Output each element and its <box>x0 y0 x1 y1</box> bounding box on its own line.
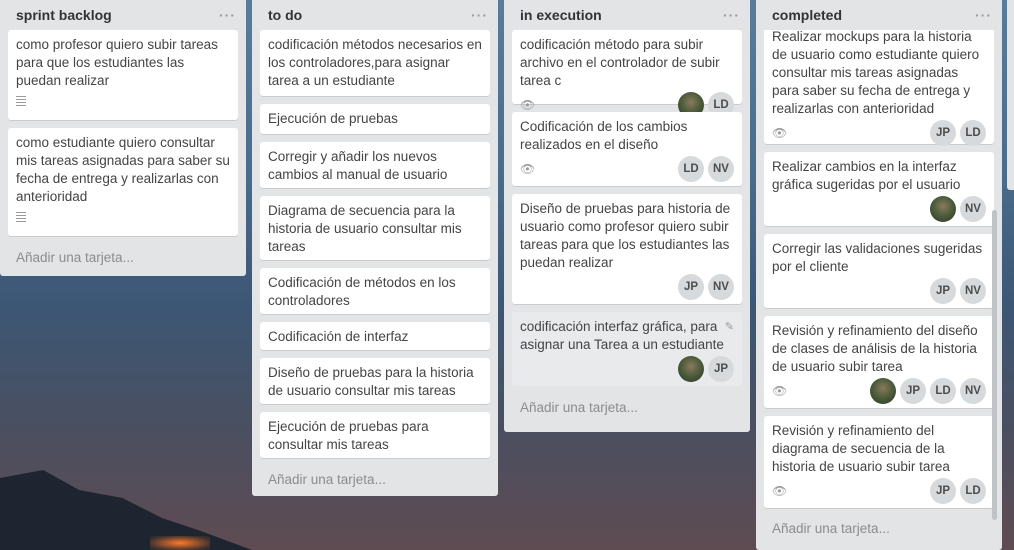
description-icon <box>16 212 26 222</box>
card-title: codificación interfaz gráfica, para asig… <box>520 319 724 352</box>
card[interactable]: como profesor quiero subir tareas para q… <box>8 30 238 120</box>
card[interactable]: Ejecución de pruebas <box>260 104 490 134</box>
card[interactable]: Diseño de pruebas para la historia de us… <box>260 358 490 404</box>
add-card-button[interactable]: Añadir una tarjeta... <box>512 394 742 423</box>
member-avatar[interactable]: NV <box>708 156 734 182</box>
list-sprint-backlog: sprint backlog ··· como profesor quiero … <box>0 0 246 276</box>
card-title: como profesor quiero subir tareas para q… <box>16 37 218 88</box>
member-avatar-photo[interactable] <box>678 356 704 382</box>
card-members: JP LD <box>930 478 986 504</box>
member-avatar[interactable]: JP <box>900 378 926 404</box>
card[interactable]: codificación método para subir archivo e… <box>512 30 742 118</box>
list-menu-button[interactable]: ··· <box>471 7 490 23</box>
member-avatar[interactable]: JP <box>678 274 704 300</box>
list-menu-button[interactable]: ··· <box>975 7 994 23</box>
card[interactable]: ✎ codificación interfaz gráfica, para as… <box>512 312 742 386</box>
card-title: Revisión y refinamiento del diagrama de … <box>772 423 950 474</box>
list-title[interactable]: completed <box>772 7 842 23</box>
card-title: Realizar cambios en la interfaz gráfica … <box>772 159 961 192</box>
completed-cards-scroll[interactable]: Realizar mockups para la historia de usu… <box>764 30 994 515</box>
list-header: to do ··· <box>260 0 490 30</box>
member-avatar[interactable]: JP <box>708 356 734 382</box>
card-members: JP <box>678 356 734 382</box>
add-card-button[interactable]: Añadir una tarjeta... <box>764 515 994 544</box>
card-title: Codificación de interfaz <box>268 329 409 344</box>
list-header: sprint backlog ··· <box>8 0 238 30</box>
card-title: codificación método para subir archivo e… <box>520 37 720 88</box>
list-in-execution: in execution ··· codificación método par… <box>504 0 750 432</box>
card-title: Diseño de pruebas para historia de usuar… <box>520 201 731 270</box>
member-avatar-photo[interactable] <box>870 378 896 404</box>
completed-cards: Realizar mockups para la historia de usu… <box>764 30 994 508</box>
card[interactable]: Codificación de interfaz <box>260 322 490 350</box>
list-menu-button[interactable]: ··· <box>219 7 238 23</box>
card[interactable]: Diseño de pruebas para historia de usuar… <box>512 194 742 304</box>
list-to-do: to do ··· codificación métodos necesario… <box>252 0 498 496</box>
list-title[interactable]: sprint backlog <box>16 7 112 23</box>
card[interactable]: Revisión y refinamiento del diseño de cl… <box>764 316 994 408</box>
list-menu-button[interactable]: ··· <box>723 7 742 23</box>
card-title: Diseño de pruebas para la historia de us… <box>268 365 474 398</box>
card-title: como estudiante quiero consultar mis tar… <box>16 135 230 204</box>
card[interactable]: Realizar mockups para la historia de usu… <box>764 30 994 146</box>
card-title: Codificación de métodos en los controlad… <box>268 275 456 308</box>
member-avatar[interactable]: LD <box>960 478 986 504</box>
card[interactable]: Realizar cambios en la interfaz gráfica … <box>764 152 994 226</box>
card-title: Diagrama de secuencia para la historia d… <box>268 203 462 254</box>
member-avatar[interactable]: NV <box>960 278 986 304</box>
card-title: Ejecución de pruebas para consultar mis … <box>268 419 429 452</box>
card[interactable]: Codificación de los cambios realizados e… <box>512 112 742 186</box>
description-icon <box>16 96 26 106</box>
next-list-edge <box>1007 0 1014 190</box>
member-avatar[interactable]: LD <box>678 156 704 182</box>
eye-icon: 👁 <box>772 484 788 498</box>
card-members: JP NV <box>930 278 986 304</box>
card-title: Ejecución de pruebas <box>268 111 398 126</box>
card[interactable]: Corregir y añadir los nuevos cambios al … <box>260 142 490 188</box>
list-header: in execution ··· <box>512 0 742 30</box>
card-members: LD NV <box>678 156 734 182</box>
eye-icon: 👁 <box>772 384 788 398</box>
eye-icon: 👁 <box>772 126 788 140</box>
member-avatar-photo[interactable] <box>930 196 956 222</box>
add-card-button[interactable]: Añadir una tarjeta... <box>8 244 238 273</box>
card-title: Realizar mockups para la historia de usu… <box>772 30 980 116</box>
list-title[interactable]: in execution <box>520 7 602 23</box>
pencil-icon[interactable]: ✎ <box>725 318 734 336</box>
member-avatar[interactable]: JP <box>930 278 956 304</box>
card[interactable]: Ejecución de pruebas para consultar mis … <box>260 412 490 458</box>
card-members: JP LD NV <box>870 378 986 404</box>
card-title: Revisión y refinamiento del diseño de cl… <box>772 323 978 374</box>
card[interactable]: Corregir las validaciones sugeridas por … <box>764 234 994 308</box>
card[interactable]: Diagrama de secuencia para la historia d… <box>260 196 490 260</box>
eye-icon: 👁 <box>520 162 536 176</box>
card-title: Corregir las validaciones sugeridas por … <box>772 241 983 274</box>
member-avatar[interactable]: LD <box>930 378 956 404</box>
member-avatar[interactable]: LD <box>960 120 986 146</box>
list-title[interactable]: to do <box>268 7 302 23</box>
list-header: completed ··· <box>764 0 994 30</box>
member-avatar[interactable]: NV <box>708 274 734 300</box>
card[interactable]: codificación métodos necesarios en los c… <box>260 30 490 96</box>
member-avatar[interactable]: NV <box>960 378 986 404</box>
member-avatar[interactable]: JP <box>930 120 956 146</box>
card[interactable]: Codificación de métodos en los controlad… <box>260 268 490 314</box>
card-members: JP NV <box>678 274 734 300</box>
card-title: Corregir y añadir los nuevos cambios al … <box>268 149 448 182</box>
completed-list-scrollbar[interactable] <box>992 210 997 520</box>
add-card-button[interactable]: Añadir una tarjeta... <box>260 466 490 495</box>
card[interactable]: Revisión y refinamiento del diagrama de … <box>764 416 994 508</box>
member-avatar[interactable]: NV <box>960 196 986 222</box>
card-title: Codificación de los cambios realizados e… <box>520 119 688 152</box>
card-title: codificación métodos necesarios en los c… <box>268 37 482 88</box>
list-completed: completed ··· Realizar mockups para la h… <box>756 0 1002 550</box>
card-members: NV <box>930 196 986 222</box>
member-avatar[interactable]: JP <box>930 478 956 504</box>
background-sunset-glow <box>150 536 210 550</box>
card[interactable]: como estudiante quiero consultar mis tar… <box>8 128 238 236</box>
card-members: JP LD <box>930 120 986 146</box>
